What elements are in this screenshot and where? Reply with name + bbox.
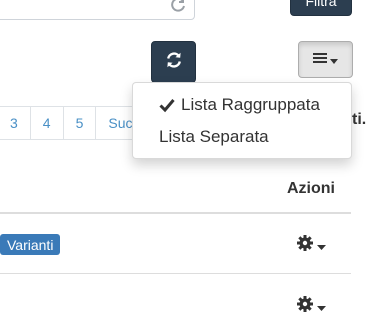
page-link-5[interactable]: 5 [63,106,97,140]
refresh-icon [165,51,183,74]
caret-down-icon [317,237,326,255]
reset-icon[interactable] [170,0,186,13]
menu-item-label: Lista Raggruppata [181,95,320,114]
refresh-button[interactable] [151,41,196,83]
filter-button[interactable]: Filtra [290,0,352,16]
menu-item-separate-list[interactable]: Lista Separata [133,124,351,150]
page-link-3[interactable]: 3 [0,106,31,140]
gear-icon [297,235,313,256]
view-mode-dropdown-button[interactable] [298,41,353,78]
check-icon [159,97,175,113]
search-input[interactable] [0,0,195,20]
caret-down-icon [330,51,338,69]
list-icon [313,51,327,69]
view-mode-menu: Lista Raggruppata Lista Separata [132,82,352,159]
caret-down-icon [317,298,326,316]
column-header-actions: Azioni [287,180,335,197]
row-actions-button[interactable] [297,235,326,256]
menu-item-grouped-list[interactable]: Lista Raggruppata [133,92,351,118]
pagination: 3 4 5 Suc [0,106,149,140]
status-badge: Varianti [0,234,61,255]
gear-icon [297,296,313,317]
page-link-4[interactable]: 4 [30,106,64,140]
menu-item-label: Lista Separata [159,127,269,146]
results-count-text: ti. [352,111,367,128]
row-actions-button[interactable] [297,296,326,317]
table-divider [0,273,351,274]
table-divider [0,212,351,214]
